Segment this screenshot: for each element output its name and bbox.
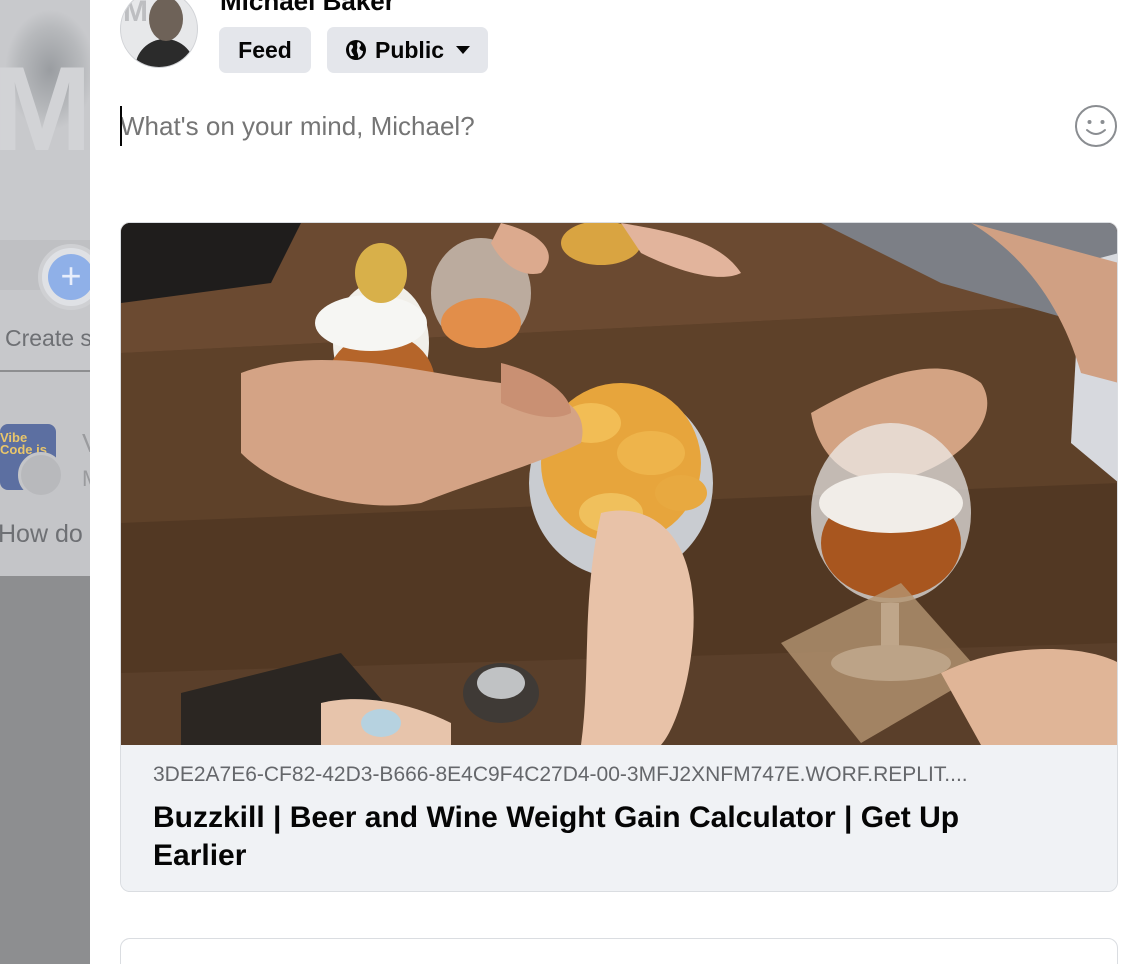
link-preview-image — [121, 223, 1117, 745]
story-letter-watermark: M — [0, 42, 90, 176]
link-preview-meta: 3DE2A7E6-CF82-42D3-B666-8E4C9F4C27D4-00-… — [121, 745, 1117, 891]
post-text-fragment: How do — [0, 520, 83, 548]
audience-selector[interactable]: Public — [327, 27, 488, 73]
avatar-watermark: M — [123, 0, 148, 28]
avatar-shirt — [135, 39, 195, 67]
post-subtitle-fragment: M — [82, 466, 90, 492]
globe-icon — [345, 40, 366, 60]
create-story-label: Create s — [5, 325, 90, 351]
link-preview-card[interactable]: 3DE2A7E6-CF82-42D3-B666-8E4C9F4C27D4-00-… — [120, 222, 1118, 892]
user-name: Michael Baker — [220, 0, 395, 16]
add-to-post-panel — [120, 938, 1118, 964]
post-title-fragment: V — [82, 428, 90, 459]
plus-icon: + — [48, 254, 94, 300]
avatar: M — [120, 0, 198, 68]
feed-chip-label: Feed — [238, 36, 292, 63]
create-post-dialog: M Michael Baker Feed Public What's on yo… — [90, 0, 1134, 964]
feed-chip[interactable]: Feed — [219, 27, 311, 73]
caret-down-icon — [456, 46, 470, 54]
post-text-input[interactable] — [120, 104, 1020, 148]
text-cursor — [120, 106, 122, 146]
post-avatar — [18, 452, 64, 498]
background-feed: M Create s Vibe Code is V M How do — [0, 0, 90, 964]
avatar-head — [149, 0, 183, 41]
audience-label: Public — [374, 36, 444, 63]
link-domain: 3DE2A7E6-CF82-42D3-B666-8E4C9F4C27D4-00-… — [153, 763, 968, 786]
link-title: Buzzkill | Beer and Wine Weight Gain Cal… — [153, 801, 960, 872]
smiley-icon[interactable] — [1074, 104, 1118, 148]
